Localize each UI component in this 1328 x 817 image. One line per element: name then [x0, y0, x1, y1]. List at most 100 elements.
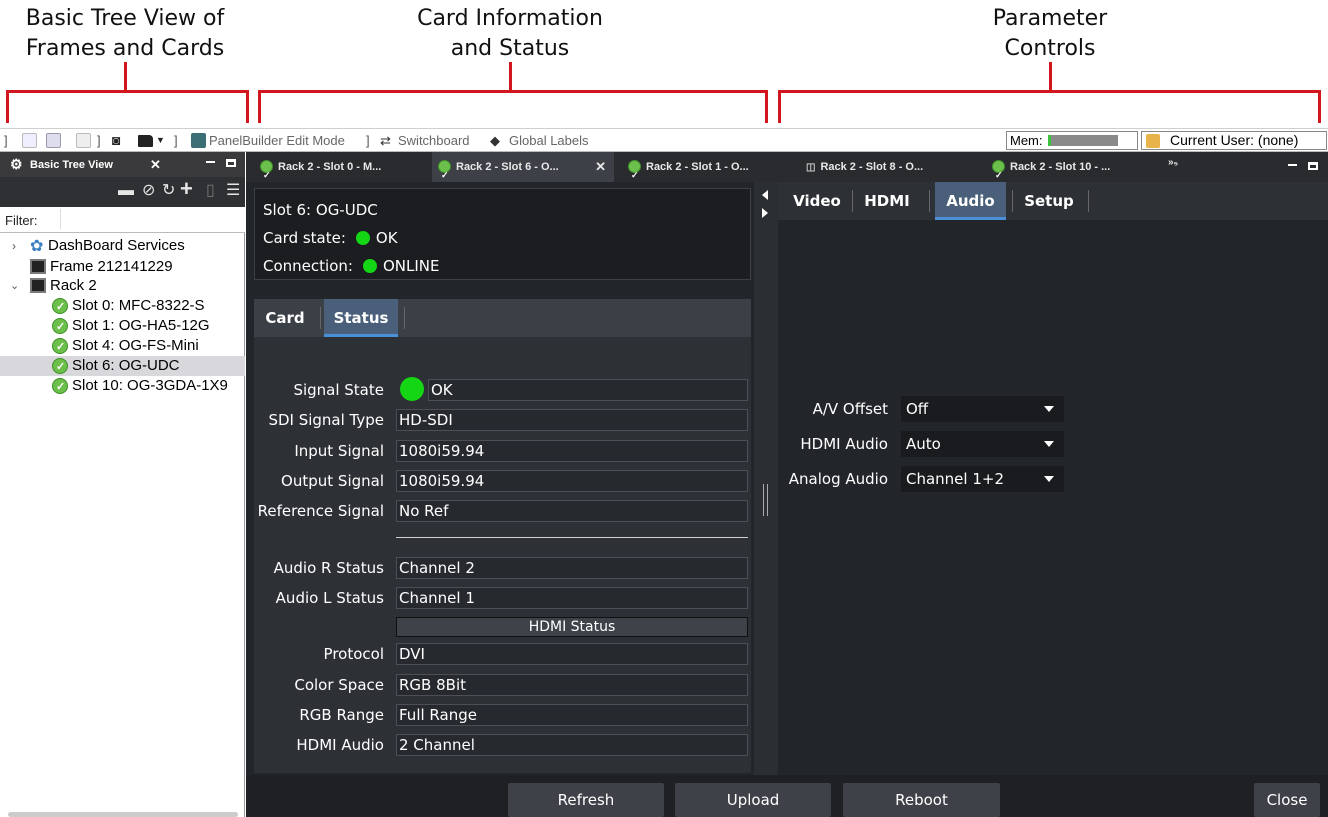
rgb-range-value: Full Range: [396, 704, 748, 726]
hdmi-audio-label: HDMI Audio: [800, 435, 888, 453]
tab-label: Rack 2 - Slot 0 - M...: [278, 161, 382, 173]
tab-label: Rack 2 - Slot 6 - O...: [456, 161, 559, 173]
close-tab-icon[interactable]: ✕: [150, 157, 161, 173]
collapse-arrow-icon[interactable]: ⌄: [10, 276, 19, 296]
tree-item-slot-4[interactable]: Slot 4: OG-FS-Mini: [0, 336, 245, 357]
tree-item-rack-2[interactable]: ⌄ Rack 2: [0, 276, 245, 296]
global-labels-button[interactable]: Global Labels: [509, 132, 589, 149]
tree-item-label: Frame 212141229: [50, 258, 173, 275]
ok-status-icon: [438, 159, 451, 190]
tab-video[interactable]: Video: [786, 182, 848, 220]
tree-view-title[interactable]: Basic Tree View: [30, 158, 113, 172]
action-bar: Refresh Upload Reboot Close: [246, 775, 1328, 817]
hdmi-audio-select[interactable]: Auto: [901, 431, 1064, 457]
add-icon[interactable]: +: [180, 178, 193, 200]
tree-item-slot-1[interactable]: Slot 1: OG-HA5-12G: [0, 316, 245, 337]
tab-audio[interactable]: Audio: [935, 182, 1006, 220]
tree-item-label: DashBoard Services: [48, 237, 185, 254]
expand-arrow-icon[interactable]: ›: [12, 236, 16, 256]
tab-slot-0[interactable]: Rack 2 - Slot 0 - M...: [254, 152, 426, 190]
splitter-grip[interactable]: [763, 484, 768, 516]
close-tab-icon[interactable]: ✕: [595, 152, 606, 182]
filter-label: Filter:: [5, 213, 38, 228]
card-tab-bar: Rack 2 - Slot 0 - M... Rack 2 - Slot 6 -…: [246, 152, 1328, 190]
tab-slot-10[interactable]: Rack 2 - Slot 10 - ...: [986, 152, 1158, 190]
ok-status-icon: [52, 337, 68, 357]
refresh-button[interactable]: Refresh: [508, 783, 664, 817]
memory-indicator: Mem:: [1006, 131, 1138, 150]
tab-card[interactable]: Card: [254, 299, 316, 337]
connection-value: ONLINE: [382, 257, 440, 275]
tab-hdmi[interactable]: HDMI: [856, 182, 918, 220]
switchboard-icon: ⇄: [380, 133, 391, 148]
close-button[interactable]: Close: [1254, 783, 1320, 817]
hdmi-audio-value: Auto: [906, 435, 941, 453]
panelbuilder-icon: [191, 133, 206, 148]
reboot-button[interactable]: Reboot: [843, 783, 1000, 817]
status-panel: Signal State OK SDI Signal Type HD-SDI I…: [254, 337, 751, 773]
main-toolbar: ] ] ◙ ▼ ] PanelBuilder Edit Mode ] ⇄ Swi…: [0, 128, 1328, 152]
filter-input[interactable]: [60, 209, 240, 229]
ok-status-icon: [992, 159, 1005, 190]
tab-setup[interactable]: Setup: [1016, 182, 1082, 220]
discover-icon[interactable]: ⊘: [142, 181, 155, 201]
tab-overflow-button[interactable]: »₅: [1168, 152, 1198, 182]
callout-card-stem: [509, 62, 512, 92]
collapse-left-icon[interactable]: [762, 190, 768, 200]
tab-status[interactable]: Status: [324, 299, 398, 337]
callout-params: Parameter Controls: [930, 4, 1170, 64]
upload-button[interactable]: Upload: [675, 783, 831, 817]
tab-slot-8[interactable]: ◫ Rack 2 - Slot 8 - O...: [802, 152, 974, 182]
horizontal-scrollbar[interactable]: [8, 812, 238, 817]
card-slot-name: Slot 6: OG-UDC: [263, 201, 378, 219]
maximize-icon[interactable]: [226, 159, 236, 167]
frame-icon: [30, 259, 46, 274]
analog-audio-label: Analog Audio: [788, 470, 888, 488]
pane-splitter[interactable]: [754, 182, 778, 775]
toolbar-separator: ]: [4, 133, 8, 148]
tab-slot-1[interactable]: Rack 2 - Slot 1 - O...: [622, 152, 794, 190]
ok-status-icon: [52, 297, 68, 317]
protocol-value: DVI: [396, 643, 748, 665]
analog-audio-value: Channel 1+2: [906, 470, 1005, 488]
tab-slot-6[interactable]: Rack 2 - Slot 6 - O... ✕: [432, 152, 614, 190]
expand-right-icon[interactable]: [762, 208, 768, 218]
camera-icon[interactable]: ◙: [112, 132, 120, 149]
audio-r-label: Audio R Status: [273, 559, 384, 577]
save-all-icon[interactable]: [46, 133, 61, 148]
callout-params-bracket: [778, 90, 1321, 123]
tree-item-slot-10[interactable]: Slot 10: OG-3GDA-1X9: [0, 376, 245, 397]
ok-status-icon: [628, 159, 641, 190]
reference-signal-label: Reference Signal: [257, 502, 384, 520]
services-icon: ✿: [30, 238, 44, 255]
tree-item-slot-6[interactable]: Slot 6: OG-UDC: [0, 356, 245, 377]
delete-icon[interactable]: ▯: [206, 181, 215, 201]
new-panel-icon[interactable]: ▬: [118, 181, 134, 201]
callout-tree: Basic Tree View of Frames and Cards: [0, 4, 250, 64]
folder-icon[interactable]: [138, 135, 153, 147]
frame-icon: [30, 278, 46, 293]
current-user-box: Current User: (none): [1141, 131, 1327, 150]
analog-audio-select[interactable]: Channel 1+2: [901, 466, 1064, 492]
tree-item-dashboard-services[interactable]: › ✿ DashBoard Services: [0, 236, 245, 256]
copy-icon[interactable]: [76, 133, 91, 148]
card-info-box: Slot 6: OG-UDC Card state: OK Connection:…: [254, 188, 751, 280]
parameter-pane: Video HDMI Audio Setup A/V Offset Off HD…: [778, 182, 1328, 775]
save-icon[interactable]: [22, 133, 37, 148]
minimize-icon[interactable]: [1288, 164, 1297, 166]
maximize-icon[interactable]: [1308, 162, 1318, 170]
minimize-icon[interactable]: [206, 161, 215, 163]
tree-item-slot-0[interactable]: Slot 0: MFC-8322-S: [0, 296, 245, 317]
hdmi-audio-status-label: HDMI Audio: [296, 736, 384, 754]
card-state-row: Card state: OK: [263, 227, 398, 249]
av-offset-select[interactable]: Off: [901, 396, 1064, 422]
tree-item-frame[interactable]: Frame 212141229: [0, 257, 245, 277]
refresh-icon[interactable]: ↻: [162, 181, 175, 201]
color-space-label: Color Space: [294, 676, 384, 694]
switchboard-button[interactable]: Switchboard: [398, 132, 470, 149]
signal-state-value: OK: [428, 379, 748, 401]
tab-divider: [320, 307, 321, 329]
panelbuilder-edit-mode[interactable]: PanelBuilder Edit Mode: [209, 132, 345, 149]
folder-dropdown-icon[interactable]: ▼: [156, 132, 165, 149]
list-view-icon[interactable]: ☰: [226, 181, 240, 201]
